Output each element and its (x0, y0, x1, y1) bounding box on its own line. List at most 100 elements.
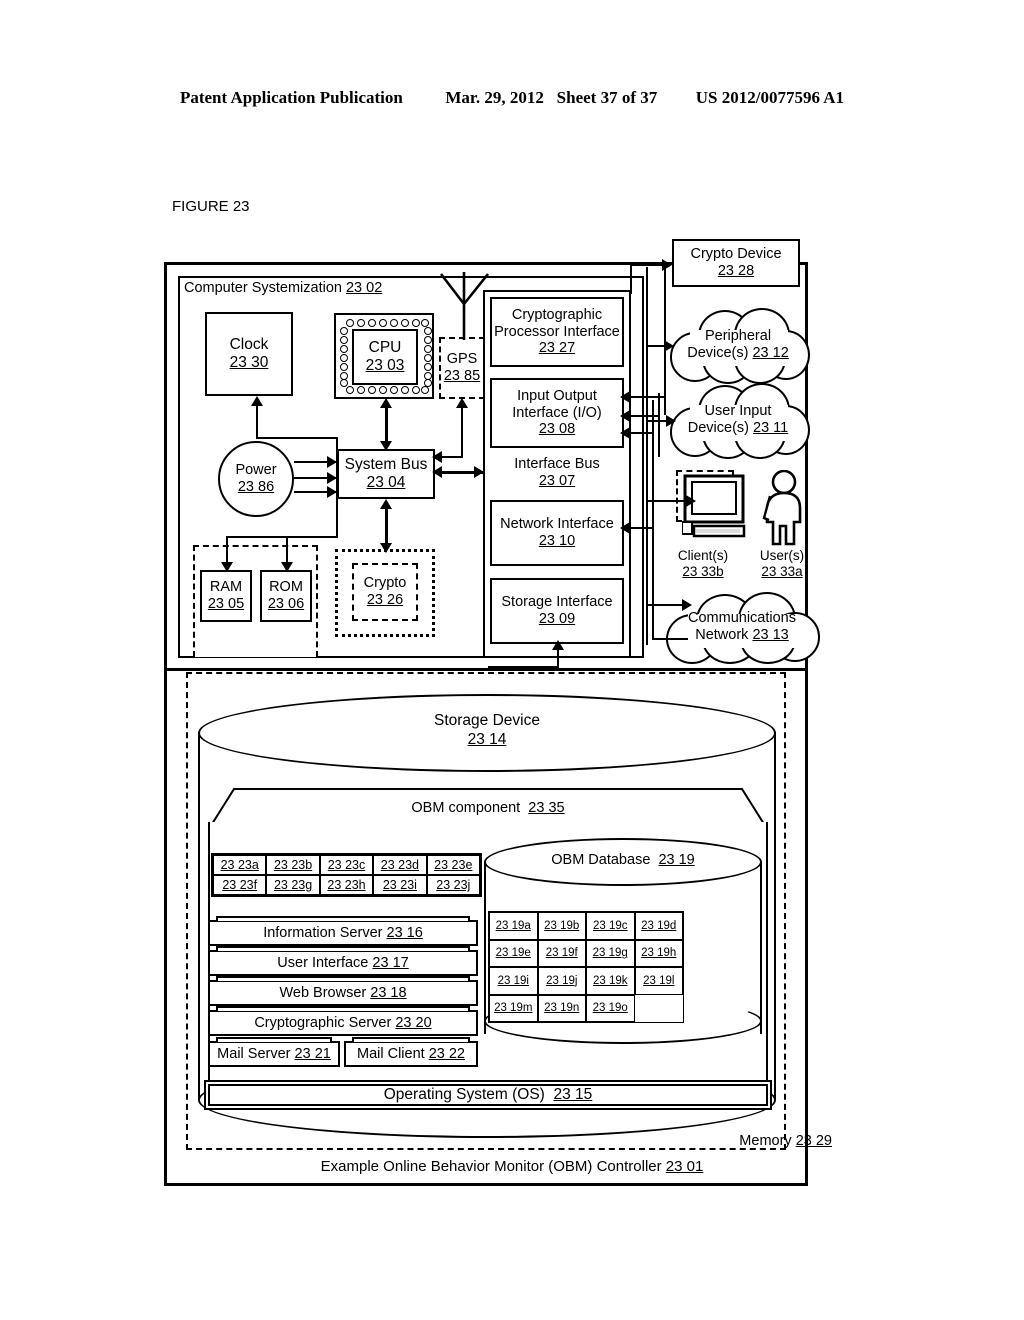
interface-bus-label-group: Interface Bus 23 07 (490, 452, 624, 494)
component-grid-cell[interactable]: 23 23j (426, 875, 480, 895)
mail-server-bar[interactable]: Mail Server 23 21 (208, 1037, 340, 1067)
mail-client-ref: 23 22 (428, 1046, 465, 1062)
storage-if-ref: 23 09 (538, 611, 576, 627)
arrow-rom (281, 562, 293, 572)
crypto-device-box: Crypto Device 23 28 (672, 239, 800, 287)
component-grid-cell[interactable]: 23 23a (213, 855, 267, 875)
database-grid-cell[interactable]: 23 19i (489, 967, 538, 995)
database-grid-cell[interactable]: 23 19g (586, 939, 635, 967)
database-grid-cell[interactable]: 23 19n (537, 994, 586, 1022)
database-grid-cell[interactable]: 23 19k (586, 967, 635, 995)
ram-box: RAM 23 05 (200, 570, 252, 622)
gps-ref: 23 85 (443, 368, 481, 384)
controller-label: Example Online Behavior Monitor (OBM) Co… (320, 1158, 662, 1175)
user-input-ref: 23 11 (753, 420, 789, 436)
line-gps-down (461, 402, 463, 458)
cryptographic-server-bar[interactable]: Cryptographic Server 23 20 (208, 1006, 478, 1036)
database-grid-cell[interactable]: 23 19d (634, 912, 683, 940)
memory-ref: 23 29 (795, 1133, 832, 1149)
storage-if-label: Storage Interface (501, 594, 613, 611)
user-interface-bar[interactable]: User Interface 23 17 (208, 946, 478, 976)
header-sheet: Sheet 37 of 37 (556, 88, 658, 107)
obm-component-label: OBM component (411, 799, 521, 816)
ram-ref: 23 05 (207, 596, 245, 612)
clock-label: Clock (229, 335, 269, 353)
component-grid-cell[interactable]: 23 23b (266, 855, 320, 875)
line-crypto-src (630, 264, 648, 266)
database-grid-cell[interactable]: 23 19f (537, 939, 586, 967)
component-grid-cell[interactable]: 23 23g (266, 875, 320, 895)
mail-client-bar[interactable]: Mail Client 23 22 (344, 1037, 478, 1067)
obm-database-label-group: OBM Database 23 19 (484, 852, 762, 869)
peripheral-line2: Device(s) (687, 345, 749, 361)
web-browser-label: Web Browser (279, 985, 367, 1001)
component-grid-cell[interactable]: 23 23e (426, 855, 480, 875)
operating-system-bar[interactable]: Operating System (OS) 23 15 (208, 1084, 768, 1106)
obm-database-ref: 23 19 (658, 852, 695, 868)
crypto-label: Crypto (363, 575, 407, 592)
database-grid-cell[interactable]: 23 19j (537, 967, 586, 995)
rail-a (646, 267, 648, 645)
controller-ref: 23 01 (665, 1158, 704, 1175)
database-grid-cell[interactable]: 23 19a (489, 912, 538, 940)
arrow-power-clock (251, 396, 263, 406)
component-grid-cell[interactable]: 23 23f (213, 875, 267, 895)
storage-device-ref: 23 14 (467, 730, 507, 748)
component-grid-cell[interactable]: 23 23h (319, 875, 374, 895)
operating-system-label: Operating System (OS) (383, 1085, 545, 1103)
communications-network-cloud: Communications Network 23 13 (666, 592, 820, 664)
database-grid-cell[interactable]: 23 19l (634, 967, 683, 995)
arrow-io-2 (620, 410, 630, 422)
peripheral-devices-cloud: Peripheral Device(s) 23 12 (668, 308, 810, 384)
peripheral-cloud-text: Peripheral Device(s) 23 12 (668, 308, 808, 382)
user-interface-label: User Interface (277, 955, 369, 971)
information-server-ref: 23 16 (386, 925, 423, 941)
component-grid-cell[interactable]: 23 23d (373, 855, 427, 875)
header-date: Mar. 29, 2012 (445, 88, 544, 107)
database-grid-cell[interactable]: 23 19e (489, 939, 538, 967)
cpu-chip-package: CPU 23 03 (334, 313, 434, 399)
crypto-device-ref: 23 28 (717, 263, 755, 279)
database-grid-cell[interactable]: 23 19h (634, 939, 683, 967)
user-input-line2: Device(s) (687, 420, 749, 436)
line-cpu-bus (385, 403, 388, 445)
database-grid-cell[interactable]: 23 19c (586, 912, 635, 940)
arrow-gps-up (456, 398, 468, 408)
web-browser-bar[interactable]: Web Browser 23 18 (208, 976, 478, 1006)
clock-ref: 23 30 (229, 354, 269, 371)
arrow-ifbus-right (474, 466, 484, 478)
line-power-clock (256, 404, 258, 438)
mail-server-ref: 23 21 (294, 1046, 331, 1062)
cryptographic-processor-interface-box: Cryptographic Processor Interface 23 27 (490, 297, 624, 367)
arrow-ram (221, 562, 233, 572)
clients-ref: 23 33b (682, 564, 724, 579)
ram-label: RAM (209, 579, 243, 596)
cryptographic-server-label: Cryptographic Server (254, 1015, 392, 1031)
client-monitor-icon (682, 474, 746, 538)
crypto-module-outer: Crypto 23 26 (335, 549, 435, 637)
component-grid: 23 23a 23 23b 23 23c 23 23d 23 23e 23 23… (211, 853, 482, 897)
information-server-bar[interactable]: Information Server 23 16 (208, 916, 478, 946)
arrow-bus-down-cpu (380, 441, 392, 451)
crypto-box: Crypto 23 26 (352, 563, 418, 621)
database-grid-cell[interactable]: 23 19m (489, 994, 538, 1022)
cpu-label: CPU (368, 338, 402, 356)
io-if-ref: 23 08 (538, 421, 576, 438)
obm-component-ref: 23 35 (528, 799, 565, 816)
crypto-ref: 23 26 (366, 592, 404, 608)
controller-label-group: Example Online Behavior Monitor (OBM) Co… (0, 1158, 1024, 1175)
information-server-label: Information Server (263, 925, 383, 941)
database-grid-empty-cell (634, 994, 683, 1022)
power-box: Power 23 86 (218, 441, 294, 517)
component-grid-cell[interactable]: 23 23i (373, 875, 427, 895)
comm-network-text: Communications Network 23 13 (666, 592, 818, 662)
arrow-net-in (620, 522, 630, 534)
mail-client-label: Mail Client (356, 1046, 425, 1062)
line-io-2 (626, 415, 658, 417)
database-grid: 23 19a 23 19b 23 19c 23 19d 23 19e 23 19… (488, 911, 684, 1023)
component-grid-cell[interactable]: 23 23c (319, 855, 374, 875)
rom-label: ROM (269, 579, 303, 596)
database-grid-cell[interactable]: 23 19o (586, 994, 635, 1022)
line-power-mem-v (336, 437, 338, 537)
database-grid-cell[interactable]: 23 19b (537, 912, 586, 940)
